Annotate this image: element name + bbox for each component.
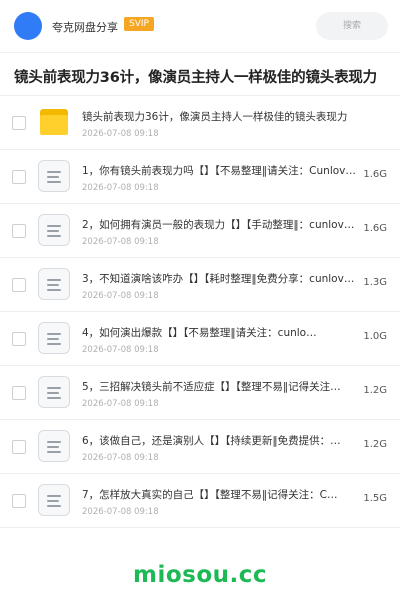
list-item[interactable]: 3，不知道演啥该咋办【】【耗时整理‖免费分享：cunlove… 2026-07-… <box>0 258 400 312</box>
row-checkbox[interactable] <box>12 224 26 238</box>
document-icon <box>38 160 70 192</box>
file-date: 2026-07-08 09:18 <box>82 183 159 193</box>
document-icon <box>38 484 70 516</box>
file-name[interactable]: 1，你有镜头前表现力吗【】【不易整理‖请关注：Cunlove… <box>82 163 356 178</box>
file-date: 2026-07-08 09:18 <box>82 237 159 247</box>
file-date: 2026-07-08 09:18 <box>82 453 159 463</box>
document-icon <box>38 376 70 408</box>
file-name[interactable]: 4，如何演出爆款【】【不易整理‖请关注：cunlo… <box>82 325 356 340</box>
file-date: 2026-07-08 09:18 <box>82 129 159 139</box>
row-checkbox[interactable] <box>12 332 26 346</box>
row-checkbox[interactable] <box>12 440 26 454</box>
list-item[interactable]: 7，怎样放大真实的自己【】【整理不易‖记得关注：C… 2026-07-08 09… <box>0 474 400 528</box>
list-item[interactable]: 5，三招解决镜头前不适应症【】【整理不易‖记得关注… 2026-07-08 09… <box>0 366 400 420</box>
file-size: 1.2G <box>363 439 387 450</box>
row-checkbox[interactable] <box>12 494 26 508</box>
file-name[interactable]: 镜头前表现力36计，像演员主持人一样极佳的镜头表现力 <box>82 109 382 124</box>
list-item[interactable]: 1，你有镜头前表现力吗【】【不易整理‖请关注：Cunlove… 2026-07-… <box>0 150 400 204</box>
row-checkbox[interactable] <box>12 116 26 130</box>
app-header: 夸克网盘分享 SVIP 搜索 <box>0 0 400 53</box>
file-size: 1.6G <box>363 223 387 234</box>
document-icon <box>38 430 70 462</box>
file-size: 1.5G <box>363 493 387 504</box>
file-list: 镜头前表现力36计，像演员主持人一样极佳的镜头表现力 2026-07-08 09… <box>0 96 400 528</box>
file-size: 1.3G <box>363 277 387 288</box>
file-size: 1.0G <box>363 331 387 342</box>
file-date: 2026-07-08 09:18 <box>82 291 159 301</box>
document-icon <box>38 322 70 354</box>
folder-icon <box>38 106 70 138</box>
list-item[interactable]: 镜头前表现力36计，像演员主持人一样极佳的镜头表现力 2026-07-08 09… <box>0 96 400 150</box>
file-size: 1.2G <box>363 385 387 396</box>
app-name: 夸克网盘分享 <box>52 21 118 34</box>
document-icon <box>38 214 70 246</box>
file-date: 2026-07-08 09:18 <box>82 345 159 355</box>
list-item[interactable]: 4，如何演出爆款【】【不易整理‖请关注：cunlo… 2026-07-08 09… <box>0 312 400 366</box>
file-size: 1.6G <box>363 169 387 180</box>
avatar[interactable] <box>14 12 42 40</box>
file-name[interactable]: 3，不知道演啥该咋办【】【耗时整理‖免费分享：cunlove… <box>82 271 356 286</box>
list-item[interactable]: 6，该做自己，还是演别人【】【持续更新‖免费提供：… 2026-07-08 09… <box>0 420 400 474</box>
list-item[interactable]: 2，如何拥有演员一般的表现力【】【手动整理‖：cunlove… 2026-07-… <box>0 204 400 258</box>
search-input[interactable]: 搜索 <box>316 12 388 40</box>
file-name[interactable]: 2，如何拥有演员一般的表现力【】【手动整理‖：cunlove… <box>82 217 356 232</box>
file-date: 2026-07-08 09:18 <box>82 399 159 409</box>
watermark: miosou.cc <box>132 562 268 588</box>
file-date: 2026-07-08 09:18 <box>82 507 159 517</box>
file-name[interactable]: 7，怎样放大真实的自己【】【整理不易‖记得关注：C… <box>82 487 356 502</box>
row-checkbox[interactable] <box>12 278 26 292</box>
vip-badge: SVIP <box>124 17 154 31</box>
document-icon <box>38 268 70 300</box>
row-checkbox[interactable] <box>12 386 26 400</box>
file-name[interactable]: 6，该做自己，还是演别人【】【持续更新‖免费提供：… <box>82 433 356 448</box>
row-checkbox[interactable] <box>12 170 26 184</box>
file-name[interactable]: 5，三招解决镜头前不适应症【】【整理不易‖记得关注… <box>82 379 356 394</box>
page-title: 镜头前表现力36计，像演员主持人一样极佳的镜头表现力 <box>14 70 377 86</box>
